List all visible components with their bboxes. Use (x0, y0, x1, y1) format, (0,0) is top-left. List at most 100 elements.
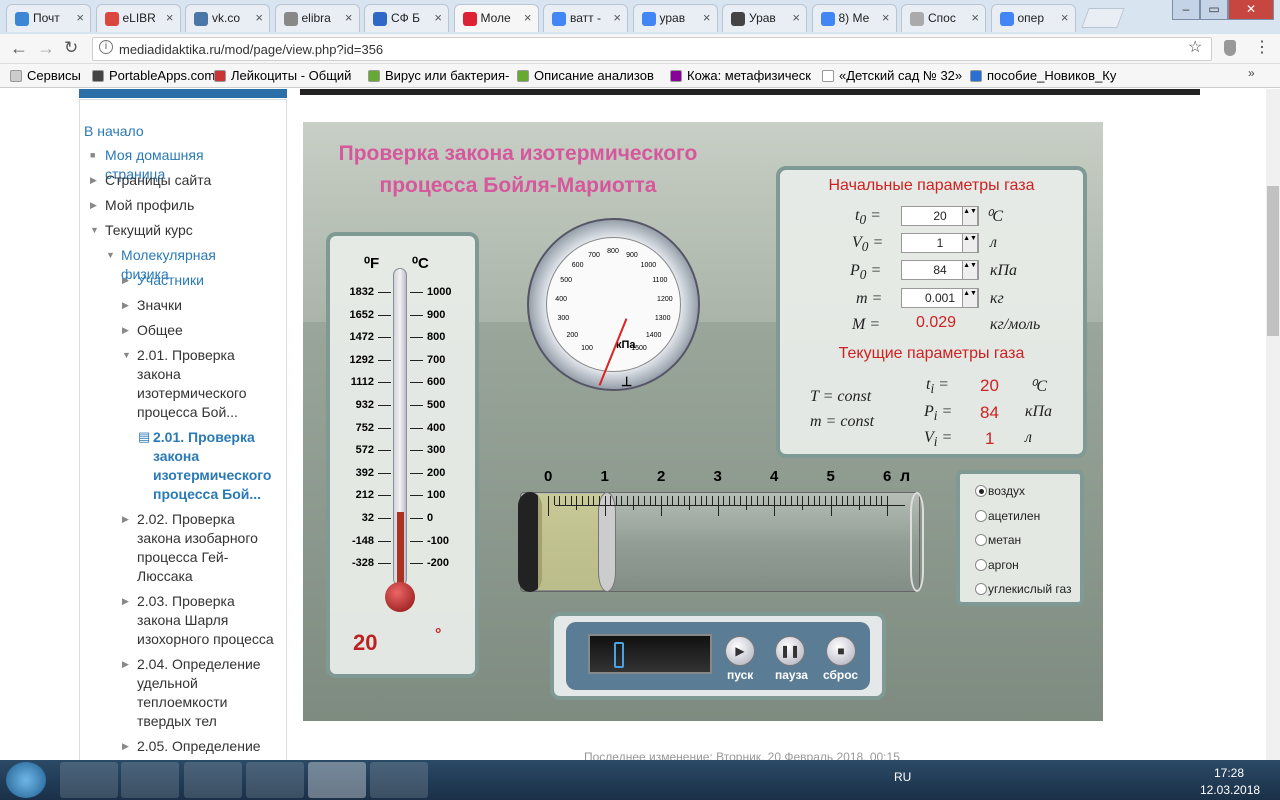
spinner-arrows-1[interactable]: ▲▼ (962, 233, 978, 253)
close-tab-icon[interactable]: × (792, 10, 800, 25)
nav-site[interactable]: Страницы сайта (105, 171, 245, 190)
pause-button[interactable]: пауза (775, 668, 808, 682)
minimize-button[interactable]: – (1172, 0, 1200, 20)
nav-i203[interactable]: 2.03. Проверка закона Шарля изохорного п… (137, 592, 277, 649)
gas-option-1[interactable]: ацетилен (972, 509, 1040, 523)
tab-5[interactable]: Моле × (453, 4, 539, 32)
radio-0[interactable] (975, 485, 987, 497)
chevron-right-icon[interactable]: » (1248, 66, 1255, 80)
gas-option-2[interactable]: метан (972, 533, 1021, 547)
close-tab-icon[interactable]: × (971, 10, 979, 25)
start-button-icon[interactable] (6, 762, 46, 798)
tab-3[interactable]: elibra × (274, 4, 360, 32)
back-icon[interactable]: ← (10, 38, 28, 59)
spinner-arrows-3[interactable]: ▲▼ (962, 288, 978, 308)
spinner-arrows-0[interactable]: ▲▼ (962, 206, 978, 226)
radio-2[interactable] (975, 534, 987, 546)
tab-favicon-icon (910, 12, 924, 26)
tab-4[interactable]: СФ Б × (364, 4, 449, 32)
scale-tick (824, 496, 826, 505)
clock-time[interactable]: 17:28 (1214, 766, 1244, 780)
radio-4[interactable] (975, 583, 987, 595)
scrollbar-thumb[interactable] (1267, 186, 1279, 336)
nav-general[interactable]: Общее (137, 321, 277, 340)
shield-icon[interactable] (1224, 40, 1236, 56)
celsius-tick: 700 (427, 353, 446, 366)
bookmark-5[interactable]: Кожа: метафизическ (670, 68, 811, 83)
skype-icon[interactable] (246, 762, 304, 798)
piston[interactable] (598, 492, 616, 592)
close-tab-icon[interactable]: × (882, 10, 890, 25)
nav-i204[interactable]: 2.04. Определение удельной теплоемкости … (137, 655, 277, 731)
bookmark-4[interactable]: Описание анализов (517, 68, 654, 83)
explorer-icon[interactable] (60, 762, 118, 798)
spinner-arrows-2[interactable]: ▲▼ (962, 260, 978, 280)
tab-7[interactable]: урав × (632, 4, 718, 32)
tab-0[interactable]: Почт × (6, 4, 91, 32)
scale-tick (627, 496, 629, 505)
gas-option-3[interactable]: аргон (972, 558, 1019, 572)
nav-i201a[interactable]: 2.01. Проверка закона изотермического пр… (137, 346, 277, 422)
tab-8[interactable]: Урав × (722, 4, 807, 32)
nav-badges[interactable]: Значки (137, 296, 277, 315)
bookmark-label: Сервисы (27, 68, 81, 83)
close-tab-icon[interactable]: × (613, 10, 621, 25)
tab-6[interactable]: ватт - × (543, 4, 628, 32)
nav-profile[interactable]: Мой профиль (105, 196, 245, 215)
clock-date[interactable]: 12.03.2018 (1200, 783, 1260, 797)
close-tab-icon[interactable]: × (166, 10, 174, 25)
star-icon[interactable]: ☆ (1188, 37, 1202, 57)
tab-1[interactable]: eLIBR × (95, 4, 181, 32)
radio-1[interactable] (975, 509, 987, 522)
chrome-active-icon[interactable] (308, 762, 366, 798)
chrome-icon[interactable] (121, 762, 179, 798)
menu-icon[interactable]: ⋮ (1254, 37, 1270, 57)
tab-9[interactable]: 8) Ме × (811, 4, 897, 32)
scale-tick (672, 496, 674, 505)
scale-tick (576, 496, 578, 510)
address-bar[interactable]: mediadidaktika.ru/mod/page/view.php?id=3… (92, 37, 1212, 61)
moodle-icon[interactable] (184, 762, 242, 798)
nav-participants[interactable]: Участники (137, 271, 277, 290)
nav-home[interactable]: В начало (84, 122, 224, 141)
close-tab-icon[interactable]: × (524, 10, 532, 25)
bookmark-3[interactable]: Вирус или бактерия- (368, 68, 509, 83)
gas-option-0[interactable]: воздух (972, 484, 1025, 498)
close-tab-icon[interactable]: × (703, 10, 711, 25)
scale-tick (779, 496, 781, 505)
bookmark-7[interactable]: пособие_Новиков_Ку (970, 68, 1116, 83)
bookmark-1[interactable]: PortableApps.com (92, 68, 215, 83)
nav-i205[interactable]: 2.05. Определение (137, 737, 277, 756)
info-icon[interactable]: i (99, 40, 113, 54)
tab-2[interactable]: vk.co × (185, 4, 270, 32)
tab-11[interactable]: опер × (990, 4, 1076, 32)
new-tab-button[interactable] (1081, 8, 1125, 28)
close-window-button[interactable]: ✕ (1228, 0, 1274, 20)
radio-3[interactable] (975, 558, 987, 571)
nav-i202[interactable]: 2.02. Проверка закона изобарного процесс… (137, 510, 277, 586)
gas-option-4[interactable]: углекислый газ (972, 582, 1072, 596)
close-tab-icon[interactable]: × (345, 10, 353, 25)
close-tab-icon[interactable]: × (255, 10, 263, 25)
close-tab-icon[interactable]: × (1061, 10, 1069, 25)
pause-icon[interactable]: ❚❚ (775, 636, 805, 666)
c-tick-mark (410, 337, 423, 339)
start-button[interactable]: пуск (727, 668, 753, 682)
close-tab-icon[interactable]: × (434, 10, 442, 25)
maximize-button[interactable]: ▭ (1200, 0, 1228, 20)
bookmark-2[interactable]: Лейкоциты - Общий (214, 68, 351, 83)
bookmark-0[interactable]: Сервисы (10, 68, 81, 83)
language-indicator[interactable]: RU (894, 770, 911, 784)
nav-i201b[interactable]: 2.01. Проверка закона изотермического пр… (153, 428, 278, 504)
stop-icon[interactable]: ■ (826, 636, 856, 666)
reload-icon[interactable]: ↻ (64, 38, 78, 58)
nav-course[interactable]: Текущий курс (105, 221, 245, 240)
reset-button[interactable]: сброс (823, 668, 858, 682)
forward-icon[interactable]: → (37, 38, 55, 59)
scale-tick (757, 496, 759, 505)
tab-10[interactable]: Спос × (901, 4, 986, 32)
word-icon[interactable] (370, 762, 428, 798)
bookmark-6[interactable]: «Детский сад № 32» (822, 68, 962, 83)
play-icon[interactable]: ▶ (725, 636, 755, 666)
close-tab-icon[interactable]: × (76, 10, 84, 25)
